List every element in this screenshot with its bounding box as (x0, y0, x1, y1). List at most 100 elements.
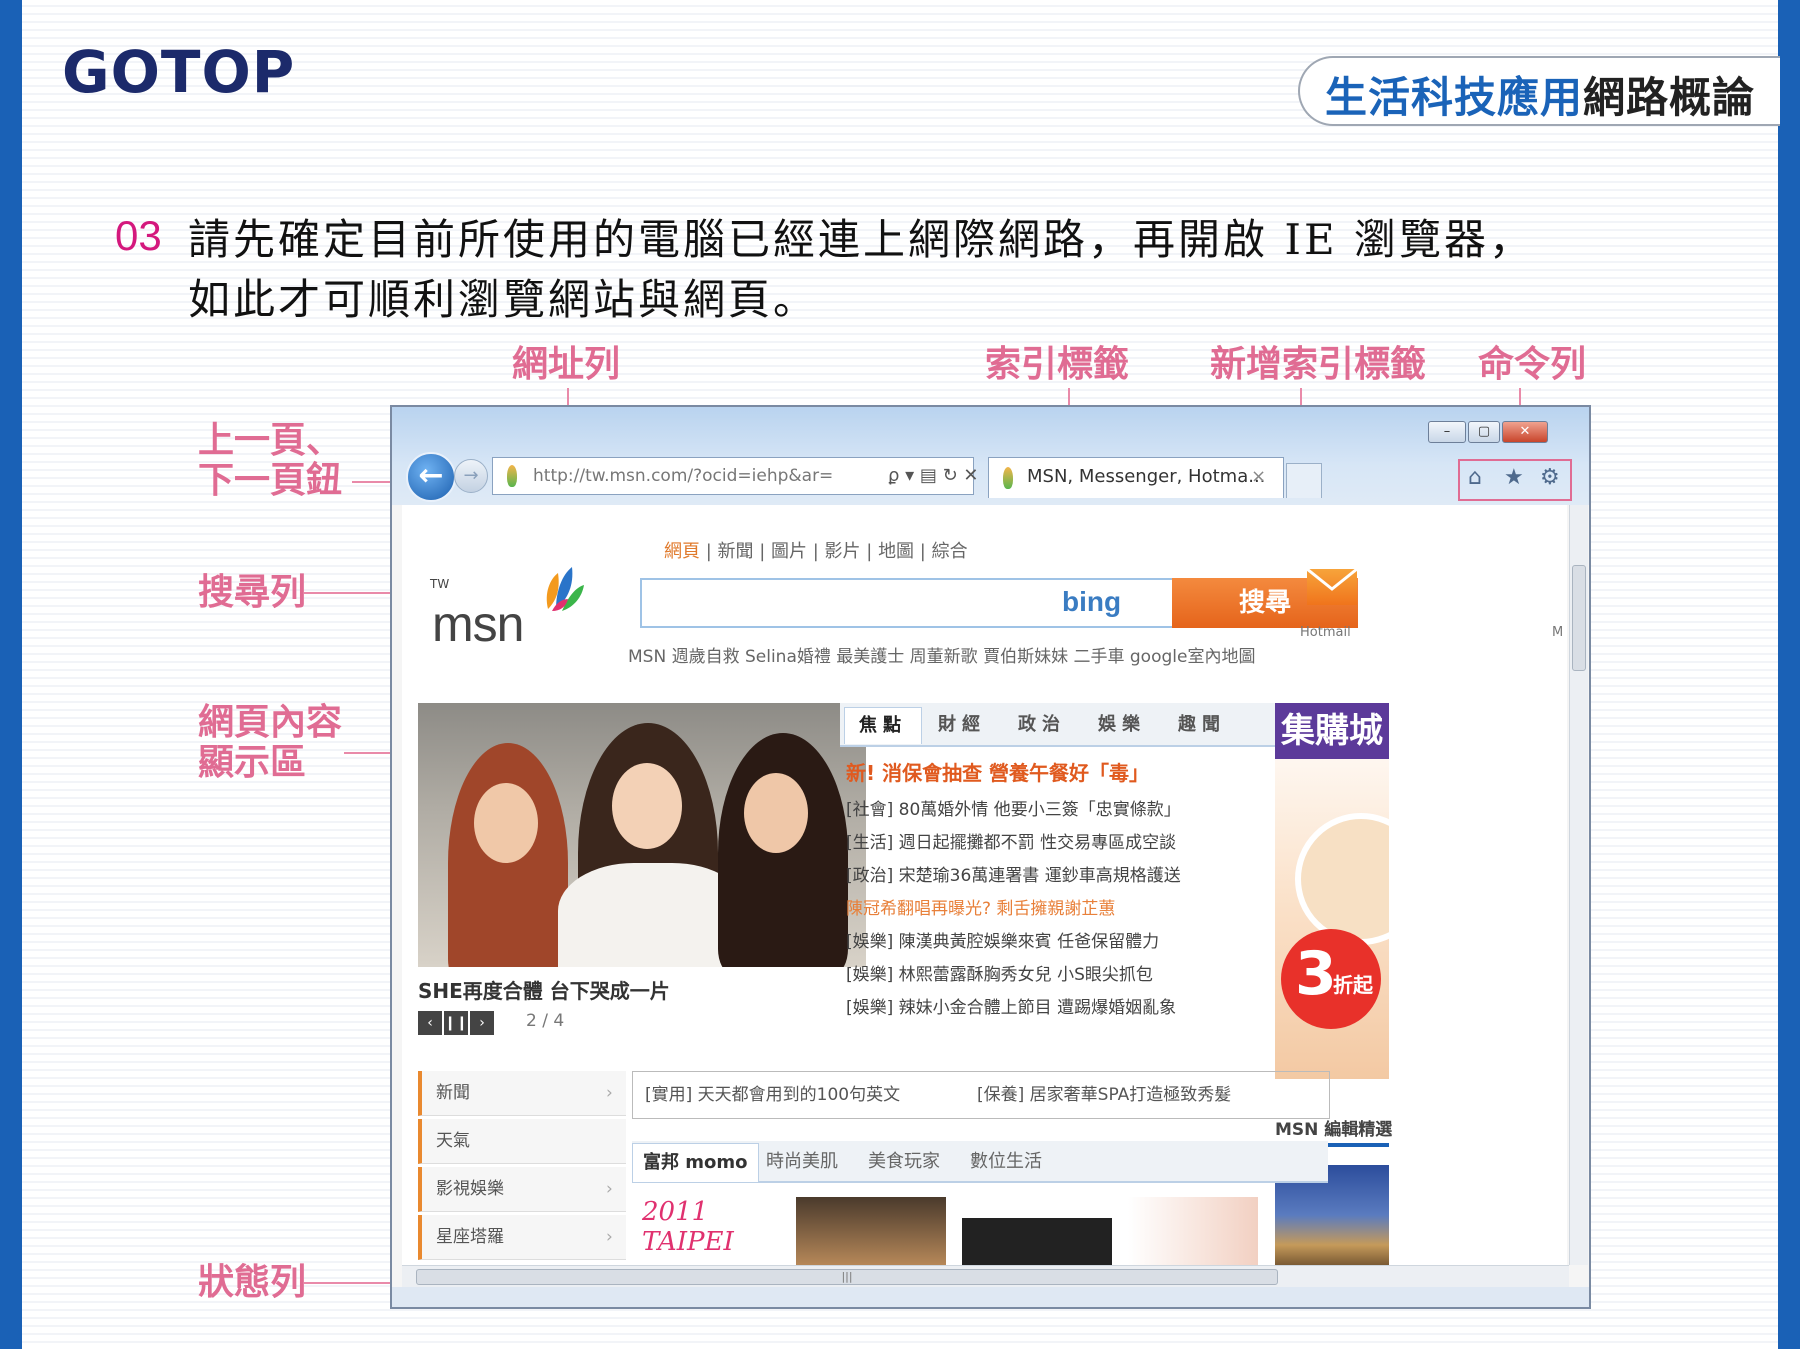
news-tab-finance[interactable]: 財經 (924, 707, 1000, 743)
side-menu-news[interactable]: 新聞 › (418, 1071, 626, 1116)
msn-favicon-icon (507, 465, 517, 487)
promo-link[interactable]: [實用] 天天都會用到的100句英文 (645, 1072, 900, 1118)
right-border-stripe (1778, 0, 1800, 1349)
chevron-right-icon: › (606, 1083, 613, 1103)
news-item[interactable]: [娛樂] 辣妹小金合體上節目 遭踢爆婚姻亂象 (846, 993, 1176, 1018)
msn-search-nav: 網頁 | 新聞 | 圖片 | 影片 | 地圖 | 綜合 (664, 541, 968, 562)
shop-tab-momo[interactable]: 富邦 momo (632, 1143, 759, 1182)
prev-slide-button[interactable]: ‹ (418, 1011, 442, 1035)
tab-close-icon[interactable]: × (1251, 458, 1266, 496)
vertical-scroll-thumb[interactable] (1572, 565, 1586, 671)
shop-tab-beauty[interactable]: 時尚美肌 (756, 1143, 848, 1181)
nav-maps[interactable]: 地圖 (878, 541, 914, 562)
step-number: 03 (115, 212, 162, 259)
hotmail-label[interactable]: Hotmail (1300, 625, 1351, 640)
msn-butterfly-icon (546, 567, 584, 611)
msn-logo[interactable]: msn (432, 595, 524, 653)
status-bar (392, 1287, 1589, 1307)
side-menu-weather[interactable]: 天氣 (418, 1119, 626, 1164)
tools-gear-icon[interactable]: ⚙ (1540, 465, 1560, 490)
address-controls-icons[interactable]: ϼ ▾ ▤ ↻ ✕ (888, 458, 979, 494)
next-slide-button[interactable]: › (470, 1011, 494, 1035)
nav-images[interactable]: 圖片 (771, 541, 807, 562)
hotmail-partial-label: M (1552, 625, 1564, 640)
region-label: TW (430, 577, 450, 591)
tab-favicon-icon (1003, 467, 1013, 489)
bing-logo: bing (1062, 586, 1122, 617)
tab-title[interactable]: MSN, Messenger, Hotma... (1027, 458, 1265, 496)
photo-face-center (612, 763, 682, 849)
shop-tab-food[interactable]: 美食玩家 (858, 1143, 950, 1181)
chevron-right-icon: › (606, 1179, 613, 1199)
product-thumb[interactable] (796, 1197, 946, 1265)
side-menu-label: 星座塔羅 (436, 1227, 504, 1247)
horizontal-scrollbar[interactable]: ||| (402, 1265, 1569, 1288)
shopping-ad[interactable]: 集購城 3 折起 (1275, 703, 1389, 1079)
ad-badge-number: 3 (1295, 939, 1337, 1009)
horizontal-scroll-thumb[interactable]: ||| (416, 1269, 1278, 1285)
browser-title-bar: – ▢ ✕ ← → http://tw.msn.com/?ocid=iehp&a… (392, 407, 1589, 505)
side-menu-label: 影視娛樂 (436, 1179, 504, 1199)
nav-videos[interactable]: 影片 (825, 541, 861, 562)
news-headline[interactable]: 新! 消保會抽查 營養午餐好「毒」 (846, 757, 1149, 786)
browser-tab[interactable]: MSN, Messenger, Hotma... × (988, 457, 1284, 498)
hotmail-envelope-icon[interactable] (1307, 569, 1357, 605)
shop-tab-digital[interactable]: 數位生活 (960, 1143, 1052, 1181)
ad-badge-text: 折起 (1333, 973, 1373, 997)
callout-new-tab: 新增索引標籤 (1210, 344, 1427, 385)
callout-content-2: 顯示區 (198, 742, 307, 783)
close-window-button[interactable]: ✕ (1502, 421, 1548, 443)
shopping-tabs: 富邦 momo 時尚美肌 美食玩家 數位生活 (632, 1141, 1328, 1183)
address-url[interactable]: http://tw.msn.com/?ocid=iehp&ar= (533, 458, 833, 494)
promo-links: [實用] 天天都會用到的100句英文 [保養] 居家奢華SPA打造極致秀髮 (632, 1071, 1330, 1119)
news-item[interactable]: 陳冠希翻唱再曝光? 剩舌擁親謝芷蕙 (846, 894, 1115, 919)
photo-face-right (744, 773, 808, 853)
featured-photo[interactable] (418, 703, 866, 967)
news-tab-focus[interactable]: 焦點 (844, 707, 922, 744)
side-menu-entertainment[interactable]: 影視娛樂 › (418, 1167, 626, 1212)
taipei-ad-thumb[interactable]: 2011 TAIPEI (642, 1197, 782, 1265)
maximize-button[interactable]: ▢ (1468, 421, 1500, 443)
pause-slide-button[interactable]: ❙❙ (444, 1011, 468, 1035)
trending-searches[interactable]: MSN 週歲自救 Selina婚禮 最美護士 周董新歌 賈伯斯妹妹 二手車 go… (628, 642, 1255, 667)
command-bar: ⌂ ★ ⚙ (1458, 459, 1572, 501)
promo-link[interactable]: [保養] 居家奢華SPA打造極致秀髮 (977, 1072, 1231, 1118)
callout-tab: 索引標籤 (985, 344, 1130, 385)
new-tab-button[interactable] (1286, 463, 1322, 498)
search-input[interactable]: bing (640, 578, 1174, 628)
side-menu-horoscope[interactable]: 星座塔羅 › (418, 1215, 626, 1260)
news-item[interactable]: [社會] 80萬婚外情 他要小三簽「忠實條款」 (846, 795, 1181, 820)
vertical-scrollbar[interactable] (1569, 505, 1588, 1265)
browser-window: – ▢ ✕ ← → http://tw.msn.com/?ocid=iehp&a… (390, 405, 1591, 1309)
nav-web[interactable]: 網頁 (664, 541, 700, 562)
photo-face-left (474, 783, 538, 863)
favorites-icon[interactable]: ★ (1504, 465, 1524, 490)
step-instruction: 請先確定目前所使用的電腦已經連上網際網路，再開啟 IE 瀏覽器， 如此才可順利瀏… (188, 210, 1708, 330)
home-icon[interactable]: ⌂ (1468, 465, 1482, 490)
news-item[interactable]: [娛樂] 陳漢典黃腔娛樂來賓 任爸保留體力 (846, 927, 1159, 952)
callout-address-bar: 網址列 (512, 344, 621, 385)
news-item[interactable]: [政治] 宋楚瑜36萬連署書 運鈔車高規格護送 (846, 861, 1181, 886)
news-tab-entertainment[interactable]: 娛樂 (1084, 707, 1160, 743)
forward-button[interactable]: → (454, 459, 488, 493)
camera-thumb[interactable] (962, 1197, 1112, 1265)
step-line-1: 請先確定目前所使用的電腦已經連上網際網路，再開啟 IE 瀏覽器， (188, 215, 1534, 264)
side-menu-label: 天氣 (436, 1131, 470, 1151)
photo-caption[interactable]: SHE再度合體 台下哭成一片 (418, 975, 670, 1004)
book-title-dark: 網路概論 (1583, 73, 1756, 122)
news-tab-politics[interactable]: 政治 (1004, 707, 1080, 743)
back-button[interactable]: ← (406, 452, 456, 502)
left-border-stripe (0, 0, 22, 1349)
callout-content-1: 網頁內容 (198, 702, 343, 743)
address-bar[interactable]: http://tw.msn.com/?ocid=iehp&ar= ϼ ▾ ▤ ↻… (492, 457, 979, 495)
news-item[interactable]: [生活] 週日起擺攤都不罰 性交易專區成空談 (846, 828, 1176, 853)
callout-command-bar: 命令列 (1478, 344, 1587, 385)
news-item[interactable]: [娛樂] 林熙蕾露酥胸秀女兒 小S眼尖抓包 (846, 960, 1153, 985)
nav-all[interactable]: 綜合 (932, 541, 968, 562)
minimize-button[interactable]: – (1428, 421, 1466, 443)
news-tab-odd[interactable]: 趣聞 (1164, 707, 1240, 743)
nav-news[interactable]: 新聞 (718, 541, 754, 562)
callout-back-forward-2: 下一頁鈕 (198, 460, 343, 501)
slide-indicator: 2 / 4 (526, 1011, 565, 1031)
cosmetic-thumb[interactable] (1128, 1197, 1258, 1265)
